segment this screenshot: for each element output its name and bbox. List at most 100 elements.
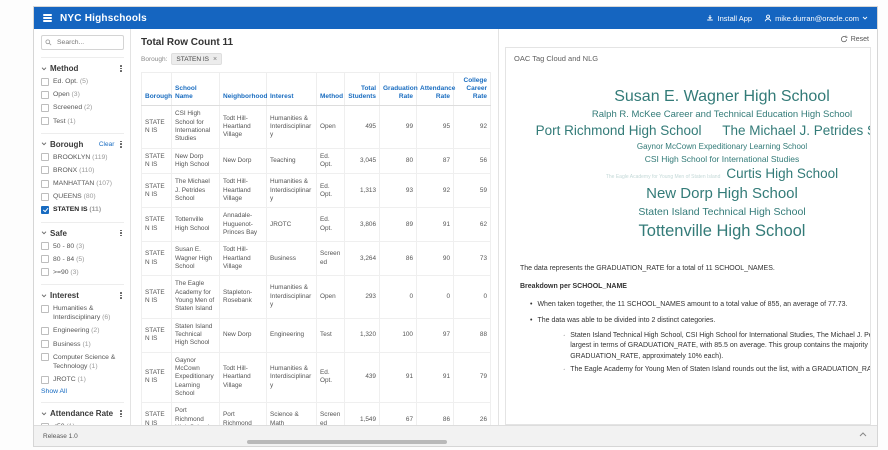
tag-cloud-word[interactable]: Tottenville High School: [506, 221, 871, 242]
checkbox[interactable]: [41, 255, 49, 263]
checkbox[interactable]: [41, 340, 49, 348]
filter-checkbox-item[interactable]: QUEENS (80): [41, 192, 124, 201]
filter-checkbox-item[interactable]: Screened (2): [41, 103, 124, 112]
filter-count: (5): [80, 78, 88, 85]
section-collapse-icon[interactable]: [41, 231, 47, 235]
column-header[interactable]: Attendance Rate: [417, 73, 454, 106]
kebab-menu-icon[interactable]: [118, 140, 124, 149]
filter-checkbox-item[interactable]: BROOKLYN (119): [41, 153, 124, 162]
cell-borough: STATEN IS: [142, 174, 172, 208]
table-row[interactable]: STATEN IS Gaynor McCown Expeditionary Le…: [142, 352, 491, 403]
tag-cloud-word[interactable]: Port Richmond High School The Michael J.…: [506, 123, 871, 140]
column-header[interactable]: College Career Rate: [454, 73, 491, 106]
column-header[interactable]: Total Students: [345, 73, 380, 106]
cell-graduation-rate: 67: [380, 403, 417, 425]
checkbox[interactable]: [41, 305, 49, 313]
section-collapse-icon[interactable]: [41, 412, 47, 416]
column-header[interactable]: Borough: [142, 73, 172, 106]
column-header[interactable]: Interest: [267, 73, 317, 106]
table-row[interactable]: STATEN IS Tottenville High School Annada…: [142, 208, 491, 242]
install-label: Install App: [717, 14, 752, 23]
cell-borough: STATEN IS: [142, 242, 172, 276]
collapse-chevron-icon[interactable]: [859, 432, 867, 437]
tag-cloud-word[interactable]: The Eagle Academy for Young Men of State…: [506, 166, 871, 183]
show-all-link[interactable]: Show All: [41, 388, 124, 395]
filter-checkbox-item[interactable]: JROTC (1): [41, 375, 124, 384]
search-box[interactable]: [41, 35, 124, 50]
filter-checkbox-item[interactable]: >=90 (3): [41, 268, 124, 277]
cell-borough: STATEN IS: [142, 318, 172, 352]
tag-cloud-word[interactable]: Staten Island Technical High School: [506, 206, 871, 219]
table-row[interactable]: STATEN IS Port Richmond High School Port…: [142, 403, 491, 425]
filter-checkbox-item[interactable]: Test (1): [41, 117, 124, 126]
kebab-menu-icon[interactable]: [118, 291, 124, 300]
cell-college-career-rate: 62: [454, 208, 491, 242]
checkbox[interactable]: [41, 242, 49, 250]
tag-cloud-word-faint[interactable]: The Eagle Academy for Young Men of State…: [606, 174, 721, 180]
filter-checkbox-item[interactable]: Computer Science & Technology (1): [41, 353, 124, 371]
checkbox[interactable]: [41, 268, 49, 276]
tag-cloud-word[interactable]: New Dorp High School: [506, 185, 871, 204]
filter-chip-bar: Borough: STATEN IS ×: [141, 53, 489, 65]
clear-filter-link[interactable]: Clear: [99, 141, 115, 148]
section-title: Safe: [50, 229, 67, 238]
horizontal-scrollbar[interactable]: [247, 440, 447, 444]
section-collapse-icon[interactable]: [41, 294, 47, 298]
search-input[interactable]: [55, 38, 120, 47]
filter-checkbox-item[interactable]: STATEN IS (11): [41, 205, 124, 214]
filter-checkbox-item[interactable]: Engineering (2): [41, 326, 124, 335]
chip-remove-icon[interactable]: ×: [213, 56, 217, 63]
column-header[interactable]: Graduation Rate: [380, 73, 417, 106]
checkbox[interactable]: [41, 353, 49, 361]
checkbox[interactable]: [41, 206, 49, 214]
section-collapse-icon[interactable]: [41, 142, 47, 146]
checkbox[interactable]: [41, 166, 49, 174]
checkbox[interactable]: [41, 180, 49, 188]
table-row[interactable]: STATEN IS The Michael J. Petrides School…: [142, 174, 491, 208]
kebab-menu-icon[interactable]: [118, 64, 124, 73]
checkbox[interactable]: [41, 193, 49, 201]
borough-filter-chip[interactable]: STATEN IS ×: [171, 53, 222, 65]
filter-checkbox-item[interactable]: 80 - 84 (5): [41, 255, 124, 264]
table-panel: Total Row Count 11 Borough: STATEN IS × …: [131, 29, 499, 425]
table-row[interactable]: STATEN IS The Eagle Academy for Young Me…: [142, 276, 491, 318]
nlg-text-block: The data represents the GRADUATION_RATE …: [520, 264, 871, 379]
table-row[interactable]: STATEN IS CSI High School for Internatio…: [142, 106, 491, 148]
table-row[interactable]: STATEN IS Staten Island Technical High S…: [142, 318, 491, 352]
column-header[interactable]: School Name: [172, 73, 220, 106]
checkbox[interactable]: [41, 376, 49, 384]
filter-checkbox-item[interactable]: 50 - 80 (3): [41, 242, 124, 251]
filter-checkbox-item[interactable]: Open (3): [41, 90, 124, 99]
checkbox[interactable]: [41, 78, 49, 86]
cell-school-name: Gaynor McCown Expeditionary Learning Sch…: [172, 352, 220, 403]
nlg-breakdown-title: Breakdown per SCHOOL_NAME: [520, 282, 871, 293]
filter-checkbox-item[interactable]: Ed. Opt. (5): [41, 77, 124, 86]
filter-checkbox-item[interactable]: BRONX (110): [41, 166, 124, 175]
checkbox[interactable]: [41, 153, 49, 161]
checkbox[interactable]: [41, 117, 49, 125]
kebab-menu-icon[interactable]: [118, 409, 124, 418]
tag-cloud-word[interactable]: CSI High School for International Studie…: [506, 154, 871, 165]
tag-cloud-word[interactable]: Susan E. Wagner High School: [506, 87, 871, 107]
checkbox[interactable]: [41, 91, 49, 99]
tag-cloud-word[interactable]: Ralph R. McKee Career and Technical Educ…: [506, 109, 871, 121]
hamburger-menu-icon[interactable]: [43, 14, 52, 21]
cell-interest: Science & Math: [267, 403, 317, 425]
section-collapse-icon[interactable]: [41, 67, 47, 71]
column-header[interactable]: Neighborhood: [220, 73, 267, 106]
account-menu[interactable]: mike.durran@oracle.com: [764, 14, 868, 23]
cell-method: Ed. Opt.: [317, 148, 345, 174]
column-header[interactable]: Method: [317, 73, 345, 106]
checkbox[interactable]: [41, 327, 49, 335]
install-app-button[interactable]: Install App: [706, 14, 752, 23]
tag-cloud-word[interactable]: Gaynor McCown Expeditionary Learning Sch…: [506, 142, 871, 152]
kebab-menu-icon[interactable]: [118, 229, 124, 238]
filter-checkbox-item[interactable]: Humanities & Interdisciplinary (6): [41, 304, 124, 322]
table-row[interactable]: STATEN IS New Dorp High School New Dorp …: [142, 148, 491, 174]
filter-checkbox-item[interactable]: Business (1): [41, 340, 124, 349]
checkbox[interactable]: [41, 104, 49, 112]
filter-checkbox-item[interactable]: MANHATTAN (107): [41, 179, 124, 188]
cell-borough: STATEN IS: [142, 403, 172, 425]
table-row[interactable]: STATEN IS Susan E. Wagner High School To…: [142, 242, 491, 276]
reset-button[interactable]: Reset: [840, 35, 869, 43]
